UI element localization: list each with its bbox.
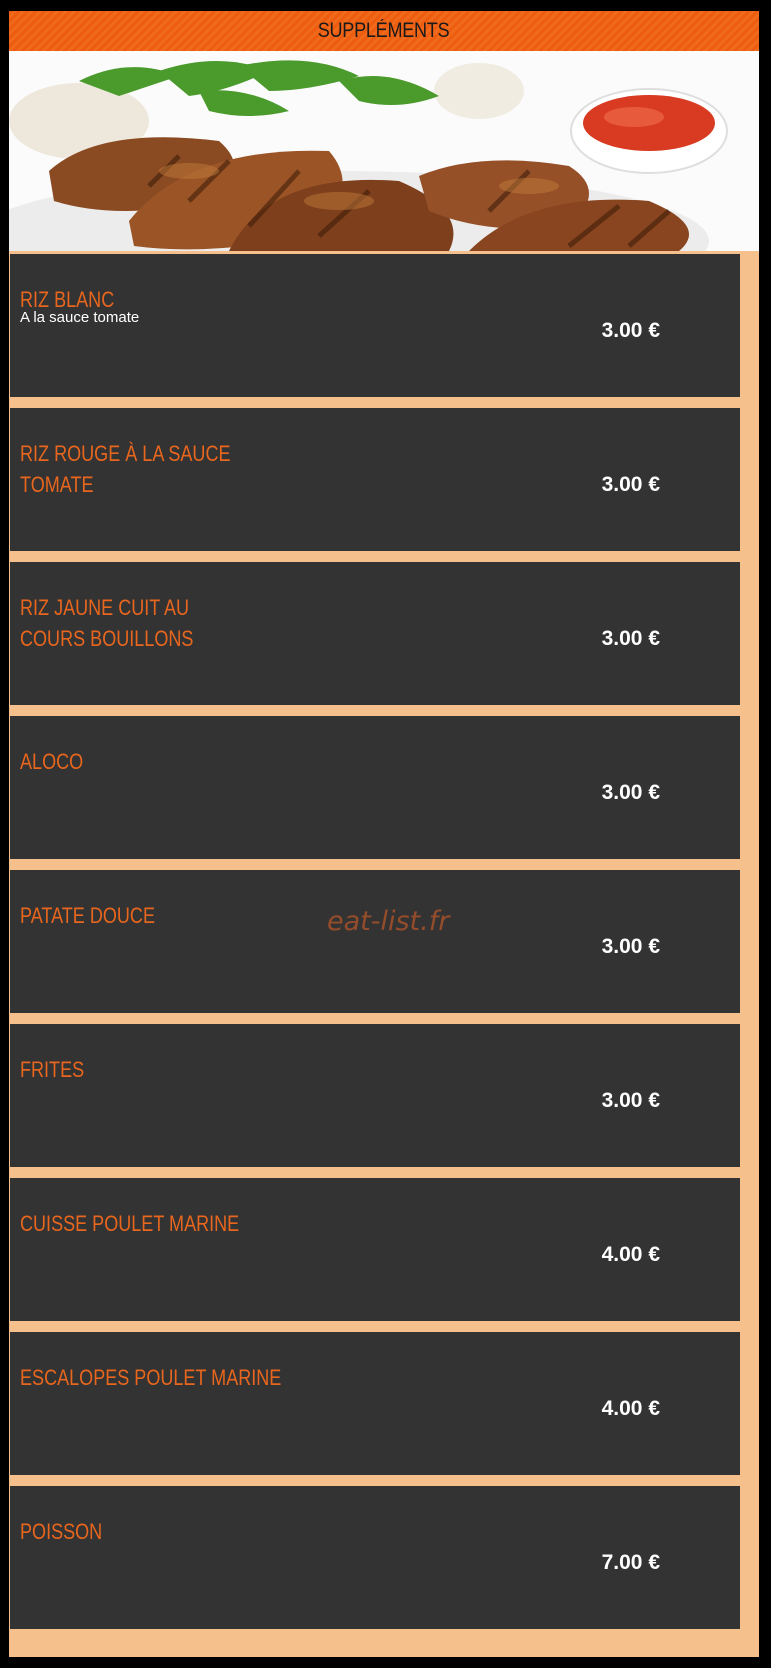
hero-food-image [9,51,759,251]
item-price: 4.00 € [601,1243,660,1266]
item-price: 4.00 € [601,1397,660,1420]
section-title: SUPPLÉMENTS [318,19,450,42]
item-name: RIZ ROUGE À LA SAUCE TOMATE [20,441,231,497]
section-header: SUPPLÉMENTS [9,11,759,51]
item-name: POISSON [20,1519,103,1544]
grilled-chicken-illustration [9,51,759,251]
item-price: 3.00 € [601,935,660,958]
item-name: FRITES [20,1057,85,1082]
menu-item[interactable]: POISSON 7.00 € [10,1486,740,1629]
menu-item[interactable]: CUISSE POULET MARINE 4.00 € [10,1178,740,1321]
item-price: 3.00 € [601,627,660,650]
menu-item[interactable]: ALOCO 3.00 € [10,716,740,859]
menu-item-list: RIZ BLANC A la sauce tomate 3.00 € RIZ R… [10,254,740,1640]
menu-item[interactable]: RIZ JAUNE CUIT AU COURS BOUILLONS 3.00 € [10,562,740,705]
item-name: PATATE DOUCE [20,903,155,928]
item-price: 3.00 € [601,473,660,496]
item-price: 3.00 € [601,781,660,804]
item-name: ESCALOPES POULET MARINE [20,1365,282,1390]
item-name: CUISSE POULET MARINE [20,1211,240,1236]
item-price: 3.00 € [601,1089,660,1112]
watermark: eat-list.fr [327,906,450,937]
item-price: 7.00 € [601,1551,660,1574]
menu-item[interactable]: PATATE DOUCE 3.00 € [10,870,740,1013]
menu-item[interactable]: FRITES 3.00 € [10,1024,740,1167]
item-description: A la sauce tomate [20,309,140,326]
item-name: RIZ JAUNE CUIT AU COURS BOUILLONS [20,595,194,651]
menu-item[interactable]: RIZ ROUGE À LA SAUCE TOMATE 3.00 € [10,408,740,551]
item-price: 3.00 € [601,319,660,342]
menu-item[interactable]: ESCALOPES POULET MARINE 4.00 € [10,1332,740,1475]
item-name: ALOCO [20,749,84,774]
menu-item[interactable]: RIZ BLANC A la sauce tomate 3.00 € [10,254,740,397]
